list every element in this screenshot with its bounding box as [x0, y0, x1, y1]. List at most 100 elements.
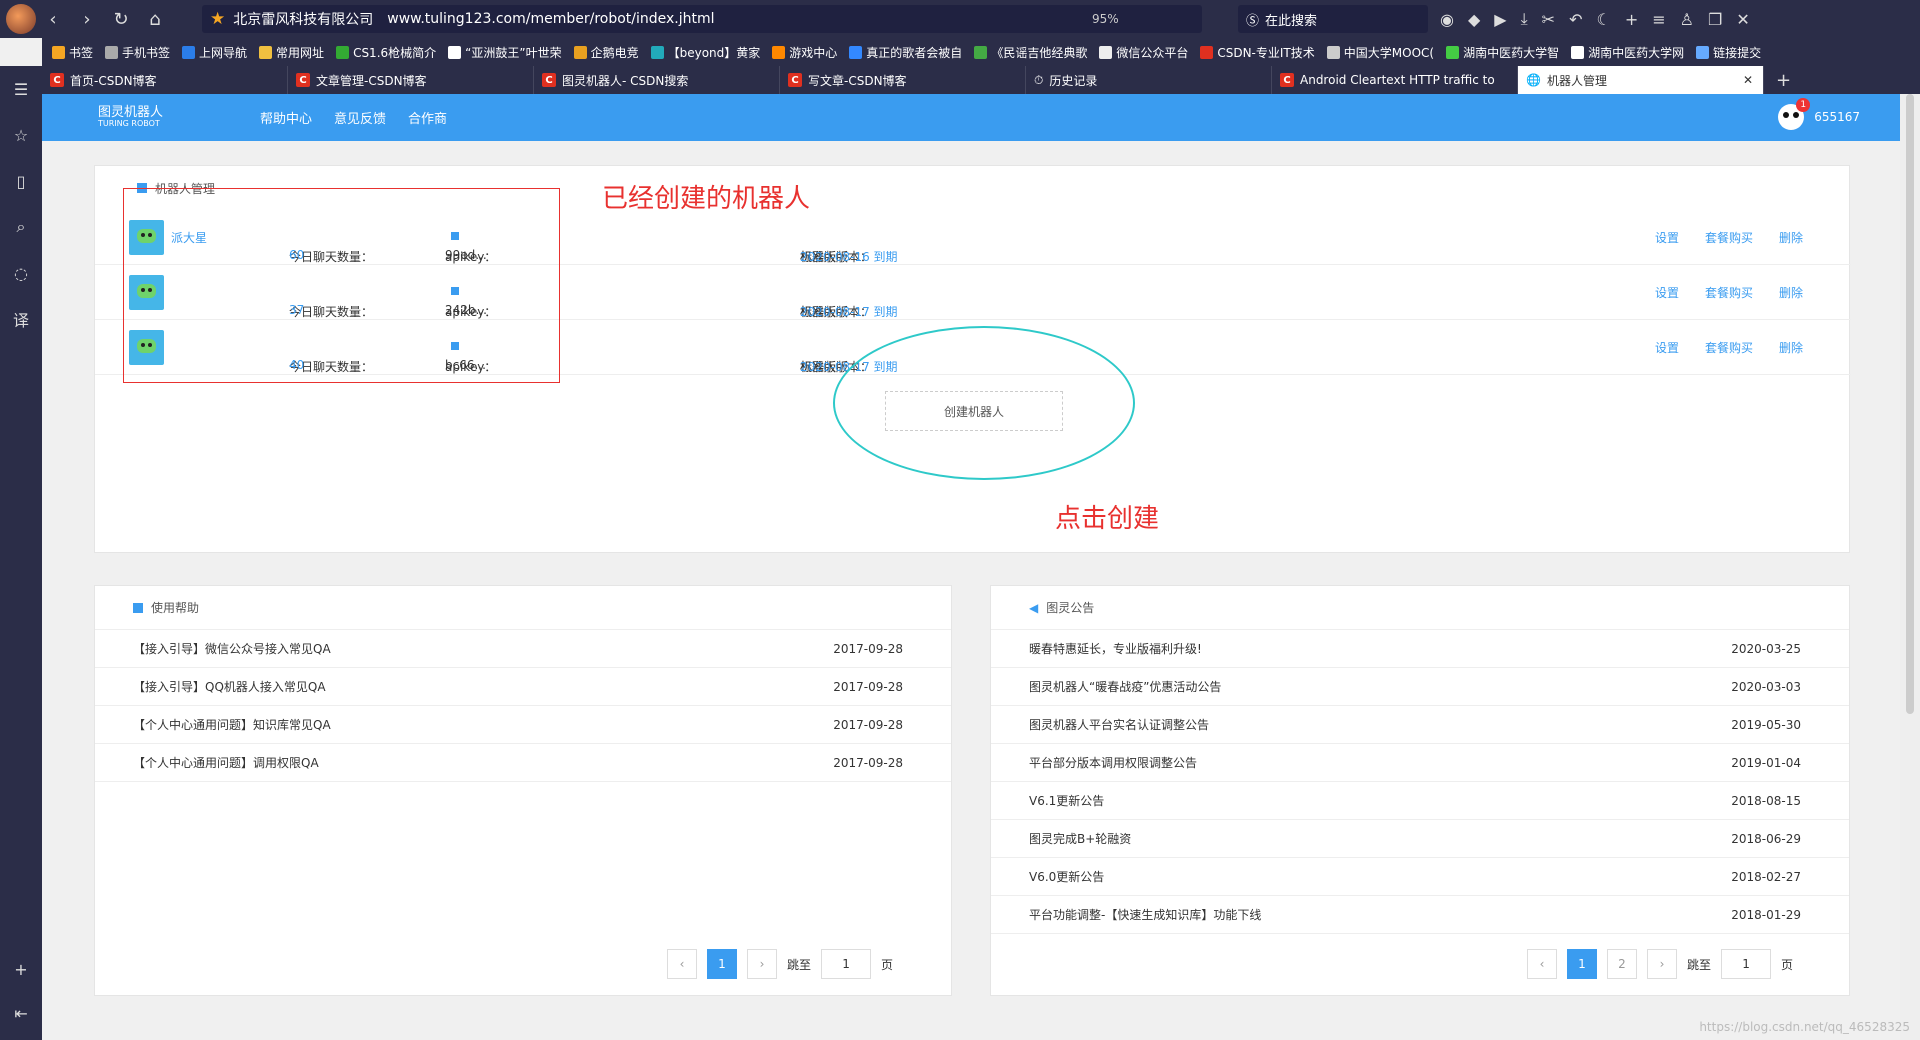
- browser-tab[interactable]: ⏱ 历史记录: [1026, 66, 1272, 94]
- delete-link[interactable]: 删除: [1779, 339, 1803, 356]
- new-tab-icon[interactable]: +: [1764, 66, 1791, 94]
- bookmark-item[interactable]: 中国大学MOOC(: [1326, 44, 1434, 61]
- browser-tab[interactable]: C 图灵机器人- CSDN搜索: [534, 66, 780, 94]
- turing-logo[interactable]: 图灵机器人 TURING ROBOT: [98, 106, 238, 129]
- back-icon[interactable]: ‹: [36, 2, 70, 36]
- settings-link[interactable]: 设置: [1655, 284, 1679, 301]
- nav-partners[interactable]: 合作商: [408, 108, 447, 127]
- page-button[interactable]: 2: [1607, 949, 1637, 979]
- buy-package-link[interactable]: 套餐购买: [1705, 284, 1753, 301]
- browser-tab[interactable]: C 写文章-CSDN博客: [780, 66, 1026, 94]
- bookmark-star-icon[interactable]: ★: [210, 9, 225, 29]
- favorites-icon[interactable]: ☆: [0, 112, 42, 158]
- video-icon[interactable]: ▶: [1494, 10, 1506, 29]
- settings-link[interactable]: 设置: [1655, 229, 1679, 246]
- page-jump-input[interactable]: 1: [1721, 949, 1772, 979]
- address-bar[interactable]: ★ 北京雷风科技有限公司 www.tuling123.com/member/ro…: [202, 5, 1202, 33]
- bookmark-item[interactable]: 手机书签: [105, 44, 170, 61]
- list-item[interactable]: 图灵完成B+轮融资 2018-06-29: [991, 820, 1849, 858]
- list-item[interactable]: 【个人中心通用问题】调用权限QA 2017-09-28: [95, 744, 951, 782]
- buy-package-link[interactable]: 套餐购买: [1705, 339, 1753, 356]
- restore-window-icon[interactable]: ❐: [1708, 10, 1722, 29]
- page-button[interactable]: 1: [707, 949, 737, 979]
- history-icon: ⏱: [1034, 72, 1044, 87]
- bookmark-item[interactable]: 湖南中医药大学智: [1446, 44, 1559, 61]
- next-page-icon[interactable]: ›: [1647, 949, 1677, 979]
- settings-link[interactable]: 设置: [1655, 339, 1679, 356]
- bookmark-item[interactable]: 链接提交: [1696, 44, 1761, 61]
- bookmark-item[interactable]: CSDN-专业IT技术: [1200, 44, 1315, 61]
- reader-icon[interactable]: ☰: [0, 66, 42, 112]
- bookmark-item[interactable]: 真正的歌者会被自: [849, 44, 962, 61]
- list-item[interactable]: 图灵机器人平台实名认证调整公告 2019-05-30: [991, 706, 1849, 744]
- home-icon[interactable]: ⌂: [138, 2, 172, 36]
- prev-page-icon[interactable]: ‹: [667, 949, 697, 979]
- buy-package-link[interactable]: 套餐购买: [1705, 229, 1753, 246]
- download-icon[interactable]: ⤓: [1521, 9, 1528, 29]
- page-jump-input[interactable]: 1: [821, 949, 872, 979]
- collapse-sidebar-icon[interactable]: ⇤: [0, 990, 42, 1036]
- bookmark-item[interactable]: 游戏中心: [772, 44, 837, 61]
- url-text[interactable]: www.tuling123.com/member/robot/index.jht…: [387, 11, 714, 27]
- user-id[interactable]: 655167: [1814, 110, 1860, 124]
- browser-tab[interactable]: C 首页-CSDN博客: [42, 66, 288, 94]
- bookmark-item[interactable]: 《民谣吉他经典歌: [974, 44, 1087, 61]
- delete-link[interactable]: 删除: [1779, 284, 1803, 301]
- translate-icon[interactable]: 译: [0, 296, 42, 342]
- zoom-level[interactable]: 95%: [1092, 12, 1119, 26]
- search-engine-icon[interactable]: Ⓢ: [1246, 10, 1259, 29]
- browser-profile-avatar[interactable]: [6, 4, 36, 34]
- nav-feedback[interactable]: 意见反馈: [334, 108, 386, 127]
- browser-tab-active[interactable]: 🌐 机器人管理 ✕: [1518, 66, 1764, 94]
- reload-icon[interactable]: ↻: [104, 2, 138, 36]
- list-item[interactable]: 平台部分版本调用权限调整公告 2019-01-04: [991, 744, 1849, 782]
- game-icon[interactable]: ◉: [1440, 10, 1454, 29]
- undo-icon[interactable]: ↶: [1569, 10, 1582, 29]
- list-item[interactable]: 图灵机器人“暖春战疫”优惠活动公告 2020-03-03: [991, 668, 1849, 706]
- speaker-icon: ◀: [1029, 600, 1039, 615]
- shirt-icon[interactable]: ♙: [1680, 10, 1694, 29]
- annotation-box-robots: [123, 188, 560, 383]
- close-tab-icon[interactable]: ✕: [1743, 73, 1753, 87]
- list-item[interactable]: 平台功能调整-【快速生成知识库】功能下线 2018-01-29: [991, 896, 1849, 934]
- close-window-icon[interactable]: ✕: [1736, 10, 1749, 29]
- forward-icon[interactable]: ›: [70, 2, 104, 36]
- add-icon[interactable]: +: [1625, 10, 1638, 29]
- list-item[interactable]: 【接入引导】QQ机器人接入常见QA 2017-09-28: [95, 668, 951, 706]
- page-scrollbar[interactable]: [1900, 94, 1920, 1040]
- extension-icon[interactable]: ◆: [1468, 10, 1480, 29]
- browser-tab[interactable]: C Android Cleartext HTTP traffic to: [1272, 66, 1518, 94]
- bookmark-item[interactable]: 常用网址: [259, 44, 324, 61]
- list-item[interactable]: V6.1更新公告 2018-08-15: [991, 782, 1849, 820]
- bookmark-item[interactable]: CS1.6枪械简介: [336, 44, 436, 61]
- bookmark-item[interactable]: 微信公众平台: [1099, 44, 1188, 61]
- bookmark-item[interactable]: 书签: [52, 44, 93, 61]
- book-icon[interactable]: ▯: [0, 158, 42, 204]
- bookmark-item[interactable]: 上网导航: [182, 44, 247, 61]
- next-page-icon[interactable]: ›: [747, 949, 777, 979]
- chat-icon[interactable]: ◌: [0, 250, 42, 296]
- prev-page-icon[interactable]: ‹: [1527, 949, 1557, 979]
- menu-icon[interactable]: ≡: [1652, 10, 1665, 29]
- help-card: 使用帮助 【接入引导】微信公众号接入常见QA 2017-09-28 【接入引导】Q…: [94, 585, 952, 996]
- list-item[interactable]: 暖春特惠延长，专业版福利升级! 2020-03-25: [991, 630, 1849, 668]
- scrollbar-thumb[interactable]: [1906, 94, 1914, 714]
- list-item[interactable]: 【个人中心通用问题】知识库常见QA 2017-09-28: [95, 706, 951, 744]
- browser-tab[interactable]: C 文章管理-CSDN博客: [288, 66, 534, 94]
- bookmark-item[interactable]: “亚洲鼓王”叶世荣: [448, 44, 562, 61]
- bookmark-item[interactable]: 【beyond】黄家: [650, 44, 760, 61]
- list-item[interactable]: V6.0更新公告 2018-02-27: [991, 858, 1849, 896]
- add-panel-icon[interactable]: +: [0, 946, 42, 992]
- night-mode-icon[interactable]: ☾: [1596, 10, 1610, 29]
- search-box[interactable]: Ⓢ 在此搜索: [1238, 5, 1428, 33]
- bookmark-item[interactable]: 湖南中医药大学网: [1571, 44, 1684, 61]
- bookmark-item[interactable]: 企鹅电竞: [573, 44, 639, 61]
- list-item[interactable]: 【接入引导】微信公众号接入常见QA 2017-09-28: [95, 630, 951, 668]
- user-avatar[interactable]: 1: [1778, 98, 1811, 130]
- notification-badge[interactable]: 1: [1796, 98, 1811, 112]
- delete-link[interactable]: 删除: [1779, 229, 1803, 246]
- scissors-icon[interactable]: ✂: [1542, 10, 1555, 29]
- search-icon[interactable]: ⌕: [0, 204, 42, 250]
- nav-help-center[interactable]: 帮助中心: [260, 108, 312, 127]
- page-button[interactable]: 1: [1567, 949, 1597, 979]
